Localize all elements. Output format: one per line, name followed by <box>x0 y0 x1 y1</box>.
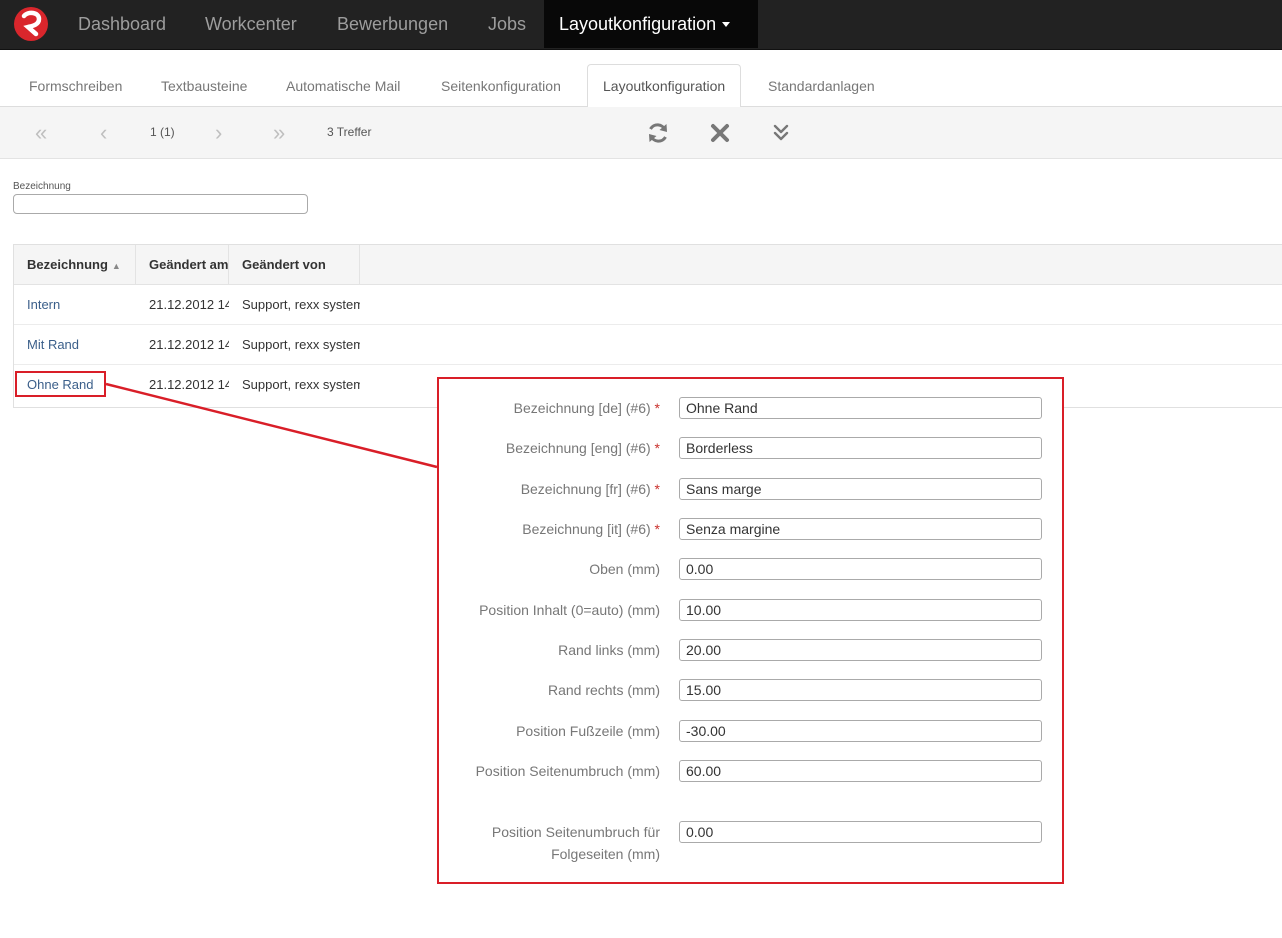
field-label-rand-rechts: Rand rechts (mm) <box>547 682 660 698</box>
field-label-bezeichnung-fr: Bezeichnung [fr] (#6) * <box>430 478 660 500</box>
field-label-oben: Oben (mm) <box>589 561 660 577</box>
rand-links-input[interactable]: 20.00 <box>679 639 1042 661</box>
required-marker: * <box>654 521 660 537</box>
field-label-rand-links: Rand links (mm) <box>558 642 660 658</box>
position-seitenumbruch-input[interactable]: 60.00 <box>679 760 1042 782</box>
required-marker: * <box>654 440 660 456</box>
field-label-position-inhalt: Position Inhalt (0=auto) (mm) <box>479 602 660 618</box>
position-seitenumbruch-folgeseiten-input[interactable]: 0.00 <box>679 821 1042 843</box>
field-label-text: Bezeichnung [it] (#6) <box>522 521 651 537</box>
bezeichnung-eng-input[interactable]: Borderless <box>679 437 1042 459</box>
field-label-position-seitenumbruch-folgeseiten: Position Seitenumbruch für Folgeseiten (… <box>491 824 660 862</box>
rand-rechts-input[interactable]: 15.00 <box>679 679 1042 701</box>
field-label-text: Bezeichnung [fr] (#6) <box>520 481 651 497</box>
required-marker: * <box>654 481 660 497</box>
field-label-position-fusszeile: Position Fußzeile (mm) <box>516 723 660 739</box>
bezeichnung-it-input[interactable]: Senza margine <box>679 518 1042 540</box>
bezeichnung-de-input[interactable]: Ohne Rand <box>679 397 1042 419</box>
layout-detail-panel: Bezeichnung [de] (#6) * Ohne Rand Bezeic… <box>437 377 1064 884</box>
position-fusszeile-input[interactable]: -30.00 <box>679 720 1042 742</box>
required-marker: * <box>654 400 660 416</box>
field-label-bezeichnung-de: Bezeichnung [de] (#6) * <box>430 397 660 419</box>
oben-input[interactable]: 0.00 <box>679 558 1042 580</box>
field-label-text: Bezeichnung [de] (#6) <box>513 400 651 416</box>
position-inhalt-input[interactable]: 10.00 <box>679 599 1042 621</box>
field-label-bezeichnung-it: Bezeichnung [it] (#6) * <box>430 518 660 540</box>
field-label-bezeichnung-eng: Bezeichnung [eng] (#6) * <box>430 437 660 459</box>
field-label-text: Bezeichnung [eng] (#6) <box>505 440 651 456</box>
field-label-position-seitenumbruch: Position Seitenumbruch (mm) <box>475 763 660 779</box>
bezeichnung-fr-input[interactable]: Sans marge <box>679 478 1042 500</box>
